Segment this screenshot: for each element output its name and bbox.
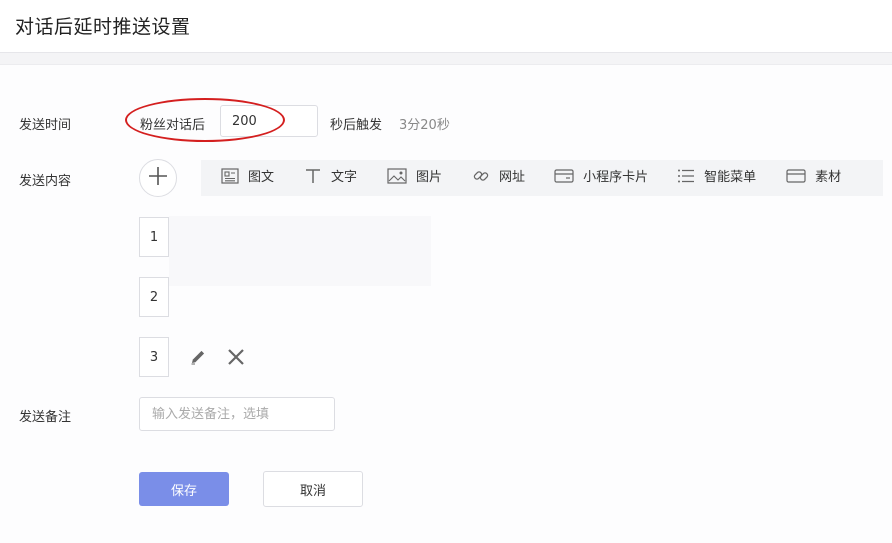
toolbar-label-article: 图文 <box>248 170 275 185</box>
link-icon <box>472 167 499 189</box>
text-icon <box>304 168 331 188</box>
delay-seconds-input[interactable] <box>220 105 318 137</box>
article-icon <box>221 168 248 188</box>
content-item-2[interactable]: 2 <box>139 277 169 317</box>
header-divider-bar <box>0 53 892 65</box>
send-content-label: 发送内容 <box>19 174 72 189</box>
toolbar-label-material: 素材 <box>815 170 842 185</box>
toolbar-label-text: 文字 <box>331 170 358 185</box>
duration-hint: 3分20秒 <box>399 118 450 133</box>
toolbar-item-material[interactable]: 素材 <box>786 160 841 196</box>
send-note-label: 发送备注 <box>19 410 72 425</box>
save-button[interactable]: 保存 <box>139 472 229 506</box>
send-time-prefix: 粉丝对话后 <box>140 118 206 133</box>
toolbar-item-smart-menu[interactable]: 智能菜单 <box>677 160 756 196</box>
page-title: 对话后延时推送设置 <box>15 16 191 38</box>
image-icon <box>387 168 416 188</box>
add-content-button[interactable] <box>139 159 177 197</box>
toolbar-label-image: 图片 <box>416 170 443 185</box>
content-item-3[interactable]: 3 <box>139 337 169 377</box>
toolbar-label-link: 网址 <box>499 170 526 185</box>
send-time-suffix: 秒后触发 <box>330 118 383 133</box>
cancel-button[interactable]: 取消 <box>263 471 363 507</box>
send-note-input[interactable] <box>139 397 335 431</box>
toolbar-item-image[interactable]: 图片 <box>387 160 442 196</box>
page-header: 对话后延时推送设置 <box>0 0 892 53</box>
material-icon <box>786 168 815 188</box>
content-item-index: 1 <box>149 229 159 245</box>
pencil-icon[interactable] <box>189 348 207 370</box>
plus-icon <box>148 166 168 190</box>
close-icon[interactable] <box>227 348 245 370</box>
list-icon <box>677 168 704 188</box>
content-preview-shadow <box>169 216 431 286</box>
content-type-toolbar: 图文 文字 图片 网址 小程序卡片 智能菜单 素材 <box>201 160 883 196</box>
toolbar-label-miniprogram-card: 小程序卡片 <box>583 170 649 185</box>
send-time-label: 发送时间 <box>19 118 72 133</box>
miniprogram-card-icon <box>554 168 583 188</box>
content-item-index: 2 <box>149 289 159 305</box>
toolbar-item-miniprogram-card[interactable]: 小程序卡片 <box>554 160 648 196</box>
content-item-1[interactable]: 1 <box>139 217 169 257</box>
toolbar-item-text[interactable]: 文字 <box>304 160 357 196</box>
content-item-index: 3 <box>149 349 159 365</box>
toolbar-item-article[interactable]: 图文 <box>221 160 274 196</box>
toolbar-item-link[interactable]: 网址 <box>472 160 525 196</box>
toolbar-label-smart-menu: 智能菜单 <box>704 170 757 185</box>
